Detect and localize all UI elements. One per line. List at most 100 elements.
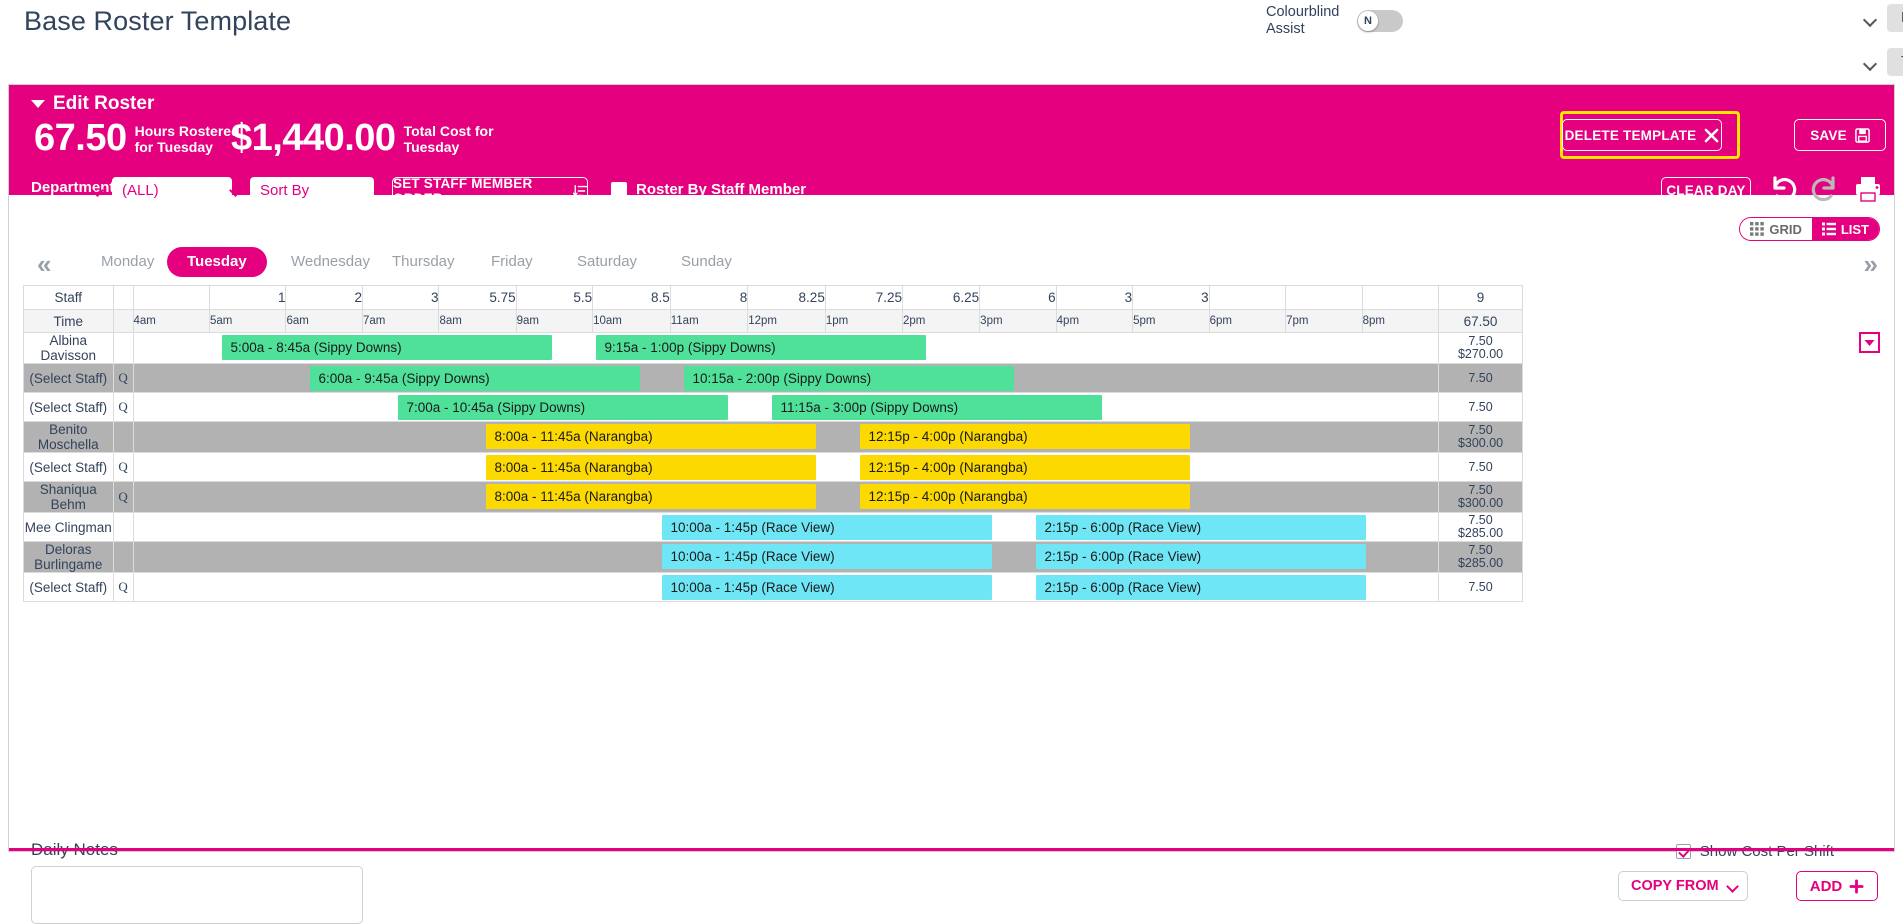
roster-table-body: Albina Davisson 5:00a - 8:45a (Sippy Down… [23, 332, 1523, 602]
time-label-2pm: 2pm [901, 309, 981, 333]
colourblind-assist-control: Colourblind Assist N [1266, 4, 1403, 37]
time-label-8am: 8am [438, 309, 517, 333]
print-button[interactable] [1854, 175, 1882, 208]
roster-by-staff-member-checkbox[interactable] [611, 181, 627, 198]
clear-day-button[interactable]: CLEAR DAY [1661, 177, 1751, 204]
list-view-button[interactable]: LIST [1811, 218, 1879, 240]
staff-name-cell[interactable]: Shaniqua Behm [23, 481, 114, 513]
floppy-disk-icon [1854, 127, 1870, 143]
hours-rostered-stat: 67.50 Hours Rostered for Tuesday [34, 119, 245, 157]
day-tab-sunday[interactable]: Sunday [661, 247, 752, 277]
daily-notes-input[interactable] [31, 866, 363, 924]
staff-name-cell[interactable]: Mee Clingman [23, 512, 114, 542]
redo-button[interactable] [1810, 175, 1840, 208]
undo-button[interactable] [1768, 175, 1798, 208]
day-tab-saturday[interactable]: Saturday [557, 247, 657, 277]
shift-block[interactable]: 7:00a - 10:45a (Sippy Downs) [397, 395, 728, 420]
time-label-7pm: 7pm [1285, 309, 1363, 333]
day-tab-tuesday[interactable]: Tuesday [167, 247, 267, 277]
row-total-hours: 7.50 [1468, 579, 1493, 594]
day-tab-monday[interactable]: Monday [81, 247, 174, 277]
total-cost-value: $1,440.00 [231, 117, 396, 159]
shift-block[interactable]: 10:00a - 1:45p (Race View) [661, 575, 992, 600]
qualification-icon-cell[interactable]: Q [112, 481, 134, 513]
company-select[interactable]: Mobile App Demo [1887, 4, 1903, 32]
staff-name-cell[interactable]: (Select Staff) [23, 452, 114, 482]
shift-block[interactable]: 12:15p - 4:00p (Narangba) [859, 424, 1190, 449]
shift-block[interactable]: 12:15p - 4:00p (Narangba) [859, 455, 1190, 480]
shift-block[interactable]: 8:00a - 11:45a (Narangba) [485, 484, 816, 509]
staff-name-cell[interactable]: Benito Moschella [23, 421, 114, 453]
day-tab-thursday[interactable]: Thursday [372, 247, 475, 277]
shift-block[interactable]: 10:00a - 1:45p (Race View) [661, 515, 992, 540]
view-mode-select[interactable]: TEMPLATE [1887, 48, 1903, 76]
shift-track[interactable]: 10:00a - 1:45p (Race View) 2:15p - 6:00p … [132, 541, 1440, 573]
set-staff-member-order-label: SET STAFF MEMBER ORDER [393, 175, 533, 206]
copy-from-select[interactable]: COPY FROM [1618, 871, 1748, 901]
save-button[interactable]: SAVE [1794, 119, 1886, 151]
shift-track[interactable]: 10:00a - 1:45p (Race View) 2:15p - 6:00p … [132, 512, 1440, 542]
time-label-4am: 4am [132, 309, 211, 333]
qualification-icon-cell[interactable]: Q [112, 572, 134, 602]
time-label-1pm: 1pm [824, 309, 904, 333]
staff-count-cell-5am: 1 [208, 285, 287, 310]
panel-bottom-accent [9, 848, 1894, 851]
shift-track[interactable]: 8:00a - 11:45a (Narangba) 12:15p - 4:00p … [132, 452, 1440, 482]
shift-track[interactable]: 8:00a - 11:45a (Narangba) 12:15p - 4:00p … [132, 481, 1440, 513]
page-title: Base Roster Template [24, 6, 292, 36]
shift-block[interactable]: 6:00a - 9:45a (Sippy Downs) [309, 366, 640, 391]
shift-track[interactable]: 7:00a - 10:45a (Sippy Downs) 11:15a - 3:0… [132, 392, 1440, 422]
colourblind-assist-toggle[interactable]: N [1357, 9, 1403, 32]
delete-template-button[interactable]: DELETE TEMPLATE [1562, 119, 1722, 151]
roster-row: Mee Clingman 10:00a - 1:45p (Race View) 2:… [23, 512, 1523, 542]
sort-by-select[interactable]: Sort By [250, 177, 374, 203]
staff-name-cell[interactable]: (Select Staff) [23, 392, 114, 422]
shift-block[interactable]: 10:15a - 2:00p (Sippy Downs) [683, 366, 1014, 391]
shift-block[interactable]: 12:15p - 4:00p (Narangba) [859, 484, 1190, 509]
show-cost-per-shift-checkbox[interactable] [1675, 844, 1691, 859]
day-tab-friday[interactable]: Friday [471, 247, 553, 277]
staff-name-cell[interactable]: (Select Staff) [23, 363, 114, 393]
shift-block[interactable]: 11:15a - 3:00p (Sippy Downs) [771, 395, 1102, 420]
staff-name-cell[interactable]: (Select Staff) [23, 572, 114, 602]
shift-block[interactable]: 10:00a - 1:45p (Race View) [661, 544, 992, 569]
grid-scroll-down-button[interactable] [1859, 332, 1880, 353]
shift-block[interactable]: 9:15a - 1:00p (Sippy Downs) [595, 335, 926, 360]
day-tab-bar: « » Monday Tuesday Wednesday Thursday Friday… [9, 245, 1894, 287]
staff-name-cell[interactable]: Deloras Burlingame [23, 541, 114, 573]
row-total-cell: 7.50 [1438, 572, 1523, 602]
total-cost-label: Total Cost for Tuesday [403, 123, 494, 155]
time-label-4pm: 4pm [1055, 309, 1134, 333]
staff-name-cell[interactable]: Albina Davisson [23, 332, 114, 364]
staff-count-cell-1pm: 7.25 [824, 285, 904, 310]
staff-column-header: Staff [23, 285, 114, 310]
add-button[interactable]: ADD [1796, 871, 1878, 901]
app-page: Base Roster Template Colourblind Assist … [0, 0, 1903, 924]
shift-block[interactable]: 8:00a - 11:45a (Narangba) [485, 424, 816, 449]
time-label-5pm: 5pm [1132, 309, 1210, 333]
qualification-icon-cell[interactable]: Q [112, 392, 134, 422]
row-total-hours: 7.50 [1468, 459, 1493, 474]
show-cost-per-shift-control[interactable]: Show Cost Per Shift [1675, 843, 1834, 860]
set-staff-member-order-button[interactable]: SET STAFF MEMBER ORDER [392, 175, 588, 206]
time-label-10am: 10am [592, 309, 671, 333]
grid-view-label: GRID [1769, 221, 1802, 237]
shift-track[interactable]: 10:00a - 1:45p (Race View) 2:15p - 6:00p … [132, 572, 1440, 602]
grid-view-button[interactable]: GRID [1740, 218, 1812, 240]
shift-block[interactable]: 2:15p - 6:00p (Race View) [1035, 575, 1366, 600]
shift-track[interactable]: 5:00a - 8:45a (Sippy Downs) 9:15a - 1:00p… [132, 332, 1440, 364]
roster-by-staff-member-control[interactable]: Roster By Staff Member [611, 181, 806, 198]
staff-count-cell-8pm [1361, 285, 1440, 310]
qualification-icon-cell[interactable]: Q [112, 452, 134, 482]
shift-block[interactable]: 2:15p - 6:00p (Race View) [1035, 515, 1366, 540]
shift-block[interactable]: 8:00a - 11:45a (Narangba) [485, 455, 816, 480]
day-tab-label: Sunday [681, 253, 732, 270]
department-select[interactable]: (ALL) [112, 177, 232, 203]
shift-block[interactable]: 2:15p - 6:00p (Race View) [1035, 544, 1366, 569]
edit-roster-collapse-toggle[interactable]: Edit Roster [31, 93, 154, 115]
caret-down-icon [31, 100, 45, 108]
qualification-icon-cell[interactable]: Q [112, 363, 134, 393]
shift-block[interactable]: 5:00a - 8:45a (Sippy Downs) [221, 335, 552, 360]
shift-track[interactable]: 8:00a - 11:45a (Narangba) 12:15p - 4:00p … [132, 421, 1440, 453]
shift-track[interactable]: 6:00a - 9:45a (Sippy Downs) 10:15a - 2:00… [132, 363, 1440, 393]
